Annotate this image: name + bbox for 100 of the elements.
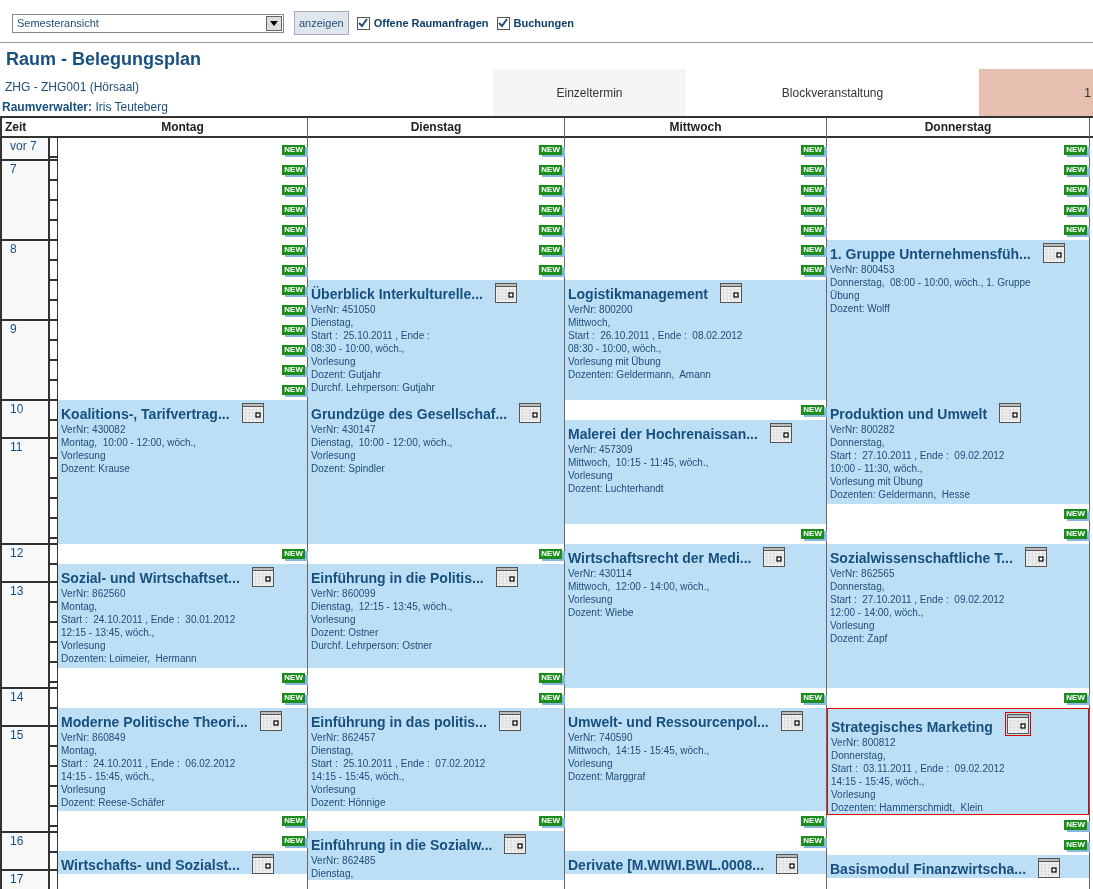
- new-badge[interactable]: NEW: [282, 325, 305, 335]
- event-detail: Dienstag,: [311, 316, 355, 329]
- checkbox[interactable]: [356, 16, 370, 30]
- new-badge[interactable]: NEW: [539, 673, 562, 683]
- course-event[interactable]: Strategisches Marketing VerNr: 800812 Donnerstag, Start : 03.11.2011 , Ende : 09.02.2012 14:15 - 15:45, wöch., Vorlesung Dozenten: Hammerschmidt, Klein: [827, 708, 1089, 815]
- new-badge[interactable]: NEW: [539, 165, 562, 175]
- course-event[interactable]: Moderne Politische Theori... VerNr: 860849 Montag, Start : 24.10.2011 , Ende : 06.02.2012 14:15 - 15:45, wöch., Vorlesung Dozent: Reese-Schäfer: [58, 708, 307, 811]
- event-detail: Vorlesung: [568, 757, 614, 770]
- new-badge[interactable]: NEW: [801, 145, 824, 155]
- new-badge[interactable]: NEW: [1064, 165, 1087, 175]
- new-badge[interactable]: NEW: [282, 345, 305, 355]
- calendar-icon[interactable]: [1024, 547, 1047, 567]
- new-badge[interactable]: NEW: [282, 265, 305, 275]
- new-badge[interactable]: NEW: [282, 225, 305, 235]
- view-dropdown[interactable]: Semesteransicht: [12, 13, 284, 33]
- new-badge[interactable]: NEW: [801, 185, 824, 195]
- course-event[interactable]: Sozial- und Wirtschaftset... VerNr: 862560 Montag, Start : 24.10.2011 , Ende : 30.01.2012 12:15 - 13:45, wöch., Vorlesung Dozenten: Loimeier, Hermann: [58, 564, 307, 668]
- course-event[interactable]: Grundzüge des Gesellschaf... VerNr: 430147 Dienstag, 10:00 - 12:00, wöch., Vorlesung Dozent: Spindler: [308, 400, 564, 544]
- calendar-icon[interactable]: [241, 403, 264, 423]
- course-event[interactable]: Überblick Interkulturelle... VerNr: 451050 Dienstag, Start : 25.10.2011 , Ende : 08:30 - 10:00, wöch., Vorlesung Dozent: Gutjahr Durchf. Lehrperson: Gutjahr: [308, 280, 564, 400]
- calendar-icon[interactable]: [498, 711, 521, 731]
- calendar-icon[interactable]: [763, 547, 786, 567]
- new-badge[interactable]: NEW: [539, 225, 562, 235]
- new-badge[interactable]: NEW: [282, 205, 305, 215]
- new-badge[interactable]: NEW: [282, 549, 305, 559]
- event-title: Produktion und Umwelt: [830, 405, 988, 423]
- new-badge[interactable]: NEW: [539, 245, 562, 255]
- calendar-icon[interactable]: [494, 283, 517, 303]
- new-badge[interactable]: NEW: [282, 816, 305, 826]
- course-event[interactable]: Einführung in die Sozialw... VerNr: 862485 Dienstag,: [308, 831, 564, 880]
- new-badge[interactable]: NEW: [539, 265, 562, 275]
- course-event[interactable]: Koalitions-, Tarifvertrag... VerNr: 430082 Montag, 10:00 - 12:00, wöch., Vorlesung Dozent: Krause: [58, 400, 307, 544]
- new-badge[interactable]: NEW: [282, 836, 305, 846]
- new-badge[interactable]: NEW: [1064, 820, 1087, 830]
- checkbox[interactable]: [496, 16, 510, 30]
- course-event[interactable]: 1. Gruppe Unternehmensfüh... VerNr: 800453 Donnerstag, 08:00 - 10:00, wöch., 1. Gruppe Übung Dozent: Wolff: [827, 240, 1089, 400]
- new-badge[interactable]: NEW: [801, 225, 824, 235]
- course-event[interactable]: Wirtschafts- und Sozialst...: [58, 851, 307, 874]
- new-badge[interactable]: NEW: [282, 165, 305, 175]
- new-badge[interactable]: NEW: [539, 185, 562, 195]
- new-badge[interactable]: NEW: [801, 529, 824, 539]
- calendar-icon[interactable]: [251, 567, 274, 587]
- new-badge[interactable]: NEW: [282, 185, 305, 195]
- calendar-icon[interactable]: [251, 854, 274, 874]
- new-badge[interactable]: NEW: [801, 405, 824, 415]
- new-badge[interactable]: NEW: [539, 205, 562, 215]
- course-event[interactable]: Wirtschaftsrecht der Medi... VerNr: 430114 Mittwoch, 12:00 - 14:00, wöch., Vorlesung Dozent: Wiebe: [565, 544, 826, 688]
- show-button[interactable]: anzeigen: [294, 11, 349, 35]
- checkbox-label[interactable]: Buchungen: [513, 14, 575, 32]
- new-badge[interactable]: NEW: [1064, 205, 1087, 215]
- calendar-icon[interactable]: [259, 711, 282, 731]
- calendar-icon[interactable]: [495, 567, 518, 587]
- course-event[interactable]: Sozialwissenschaftliche T... VerNr: 862565 Donnerstag, Start : 27.10.2011 , Ende : 09.02.2012 12:00 - 14:00, wöch., Vorlesung Dozent: Zapf: [827, 544, 1089, 688]
- new-badge[interactable]: NEW: [539, 816, 562, 826]
- new-badge[interactable]: NEW: [1064, 529, 1087, 539]
- calendar-icon[interactable]: [776, 854, 799, 874]
- course-event[interactable]: Einführung in das politis... VerNr: 862457 Dienstag, Start : 25.10.2011 , Ende : 07.02.2012 14:15 - 15:45, wöch., Vorlesung Dozent: Hönnige: [308, 708, 564, 811]
- new-badge[interactable]: NEW: [282, 285, 305, 295]
- new-badge[interactable]: NEW: [1064, 840, 1087, 850]
- new-badge[interactable]: NEW: [1064, 509, 1087, 519]
- new-badge[interactable]: NEW: [801, 816, 824, 826]
- new-badge[interactable]: NEW: [282, 145, 305, 155]
- new-badge[interactable]: NEW: [801, 245, 824, 255]
- calendar-icon[interactable]: [769, 423, 792, 443]
- course-event[interactable]: Logistikmanagement VerNr: 800200 Mittwoch, Start : 26.10.2011 , Ende : 08.02.2012 08:30 - 10:00, wöch., Vorlesung mit Übung Dozenten: Geldermann, Amann: [565, 280, 826, 400]
- new-badge[interactable]: NEW: [801, 205, 824, 215]
- new-badge[interactable]: NEW: [282, 385, 305, 395]
- calendar-icon[interactable]: [1004, 712, 1031, 736]
- calendar-icon[interactable]: [1038, 858, 1061, 878]
- new-badge[interactable]: NEW: [801, 693, 824, 703]
- calendar-icon[interactable]: [999, 403, 1022, 423]
- new-badge[interactable]: NEW: [1064, 185, 1087, 195]
- new-badge[interactable]: NEW: [801, 265, 824, 275]
- new-badge[interactable]: NEW: [539, 145, 562, 155]
- new-badge[interactable]: NEW: [1064, 225, 1087, 235]
- course-event[interactable]: Malerei der Hochrenaissan... VerNr: 457309 Mittwoch, 10:15 - 11:45, wöch., Vorlesung Dozent: Luchterhandt: [565, 420, 826, 524]
- course-event[interactable]: Basismodul Finanzwirtscha...: [827, 855, 1089, 878]
- new-badge[interactable]: NEW: [1064, 145, 1087, 155]
- new-badge[interactable]: NEW: [801, 165, 824, 175]
- new-badge[interactable]: NEW: [282, 365, 305, 375]
- course-event[interactable]: Produktion und Umwelt VerNr: 800282 Donnerstag, Start : 27.10.2011 , Ende : 09.02.2012 10:00 - 11:30, wöch., Vorlesung mit Übung Dozenten: Geldermann, Hesse: [827, 400, 1089, 504]
- checkbox-label[interactable]: Offene Raumanfragen: [373, 14, 489, 32]
- event-detail: VerNr: 800200: [568, 303, 634, 316]
- new-badge[interactable]: NEW: [282, 693, 305, 703]
- new-badge[interactable]: NEW: [539, 549, 562, 559]
- calendar-icon[interactable]: [1042, 243, 1065, 263]
- course-event[interactable]: Umwelt- und Ressourcenpol... VerNr: 740590 Mittwoch, 14:15 - 15:45, wöch., Vorlesung Dozent: Marggraf: [565, 708, 826, 811]
- course-event[interactable]: Einführung in die Politis... VerNr: 860099 Dienstag, 12:15 - 13:45, wöch., Vorlesung Dozent: Ostner Durchf. Lehrperson: Ostner: [308, 564, 564, 668]
- new-badge[interactable]: NEW: [539, 693, 562, 703]
- new-badge[interactable]: NEW: [282, 673, 305, 683]
- event-title: Umwelt- und Ressourcenpol...: [568, 713, 769, 731]
- new-badge[interactable]: NEW: [801, 836, 824, 846]
- calendar-icon[interactable]: [720, 283, 743, 303]
- course-event[interactable]: Derivate [M.WIWI.BWL.0008...: [565, 851, 826, 874]
- new-badge[interactable]: NEW: [282, 305, 305, 315]
- calendar-icon[interactable]: [780, 711, 803, 731]
- calendar-icon[interactable]: [504, 834, 527, 854]
- new-badge[interactable]: NEW: [282, 245, 305, 255]
- new-badge[interactable]: NEW: [1064, 693, 1087, 703]
- calendar-icon[interactable]: [519, 403, 542, 423]
